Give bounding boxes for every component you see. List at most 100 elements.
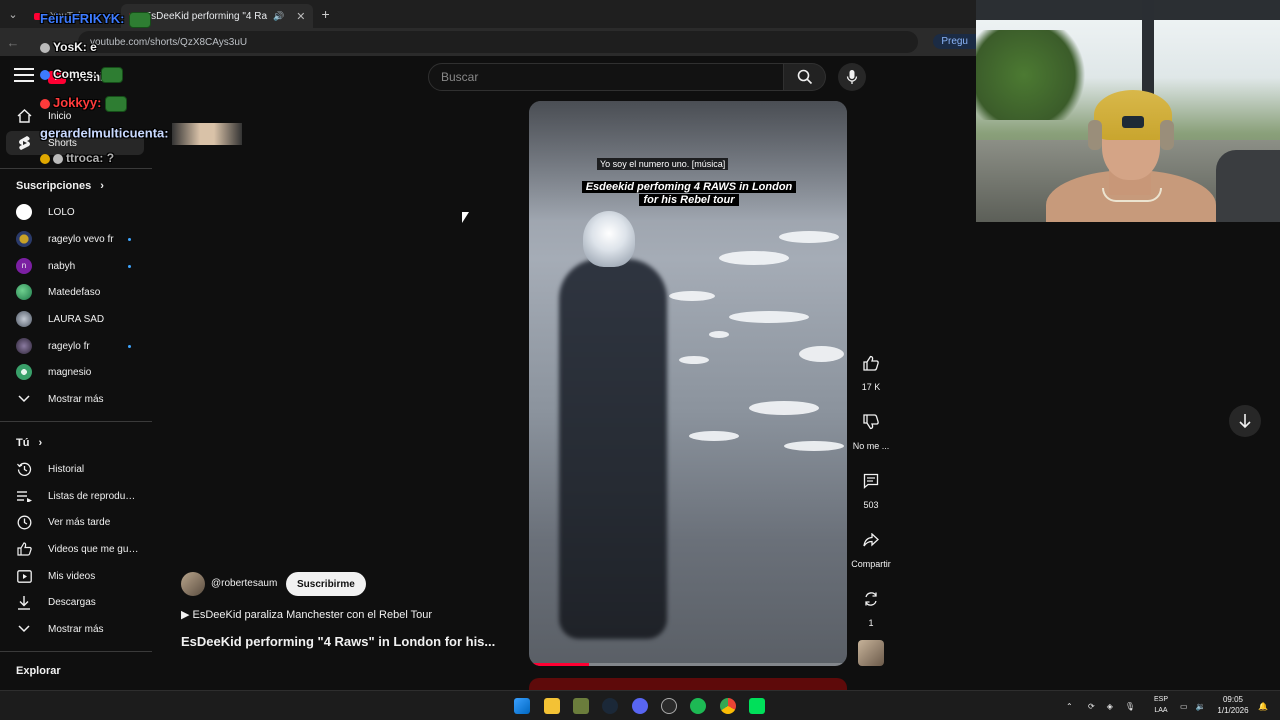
chat-username: YosK: [53, 40, 87, 54]
speaker-icon[interactable]: 🔊 [273, 11, 284, 22]
video-progress-bar[interactable] [529, 663, 847, 666]
sidebar-item-subscription[interactable]: rageylo fr [0, 333, 146, 359]
voice-search-button[interactable] [838, 63, 866, 91]
badge-icon [40, 42, 50, 53]
channel-name[interactable]: @robertesaum [211, 578, 277, 589]
short-video-player[interactable]: Yo soy el numero uno. [música] Esdeekid … [529, 101, 847, 666]
chevron-right-icon: › [100, 180, 104, 192]
overlay-line: for his Rebel tour [639, 194, 739, 206]
volume-icon[interactable]: 🔉 [1196, 702, 1206, 711]
video-title-overlay: Esdeekid perfoming 4 RAWS in London for … [573, 181, 805, 207]
search-input[interactable] [428, 63, 784, 91]
chat-image-emote-icon [172, 123, 243, 145]
comment-icon [858, 468, 884, 494]
next-short-preview[interactable] [529, 678, 847, 690]
search-button[interactable] [784, 63, 826, 91]
next-short-button[interactable] [1229, 405, 1261, 437]
sidebar-item-historial[interactable]: Historial [0, 456, 146, 482]
sidebar-item-liked-videos[interactable]: Videos que me gus... [0, 536, 146, 562]
microphone-tray-icon[interactable]: 🎙 [1125, 702, 1135, 711]
sidebar-item-downloads[interactable]: Descargas [0, 589, 146, 615]
language-indicator[interactable]: ESP LAA [1150, 694, 1172, 716]
windows-taskbar: ⌃ ⟳ ◈ 🎙 ESP LAA ▭ 🔉 09:05 1/1/2026 🔔 [0, 690, 1280, 720]
hamburger-menu-icon[interactable] [14, 68, 34, 84]
tray-chevron-icon[interactable]: ⌃ [1066, 691, 1073, 720]
badge-icon [40, 98, 50, 109]
spark-mark [669, 291, 715, 301]
explore-heading: Explorar [16, 665, 61, 677]
chat-message: Comes: [40, 67, 124, 83]
like-count: 17 K [861, 382, 881, 392]
notifications-icon[interactable]: 🔔 [1258, 691, 1268, 720]
comments-button[interactable]: 503 [851, 468, 891, 510]
sidebar-item-subscription[interactable]: magnesio [0, 359, 146, 385]
spark-mark [749, 401, 819, 415]
sidebar-show-more[interactable]: Mostrar más [0, 616, 146, 642]
remix-button[interactable]: 1 [851, 586, 891, 628]
tab-search-chevron-icon[interactable]: ⌄ [0, 0, 26, 28]
back-arrow-icon[interactable]: ← [0, 35, 26, 50]
channel-avatar [16, 204, 32, 220]
network-shield-icon[interactable]: ◈ [1107, 702, 1113, 711]
ask-gemini-button[interactable]: Pregu [933, 34, 976, 49]
sidebar-divider [0, 421, 152, 422]
spark-mark [679, 356, 709, 364]
clock-time: 09:05 [1222, 695, 1244, 704]
sidebar-item-my-videos[interactable]: Mis videos [0, 563, 146, 589]
share-button[interactable]: Compartir [846, 527, 896, 569]
channel-avatar [16, 284, 32, 300]
playlist-title: EsDeeKid paraliza Manchester con el Rebe… [192, 609, 433, 621]
chrome-icon[interactable] [720, 698, 736, 714]
subscribe-button[interactable]: Suscribirme [286, 572, 366, 596]
sync-icon[interactable]: ⟳ [1088, 702, 1095, 711]
clock[interactable]: 09:05 1/1/2026 [1212, 694, 1254, 716]
short-title[interactable]: EsDeeKid performing "4 Raws" in London f… [181, 634, 495, 649]
sidebar-show-more[interactable]: Mostrar más [0, 386, 146, 412]
sidebar-item-label: rageylo fr [48, 340, 90, 352]
chevron-down-icon [16, 621, 32, 637]
sidebar-item-subscription[interactable]: n nabyh [0, 253, 146, 279]
performer-body [559, 259, 667, 639]
display-icon[interactable]: ▭ [1180, 702, 1188, 711]
you-heading[interactable]: Tú › [16, 437, 42, 449]
obs-icon[interactable] [661, 698, 677, 714]
streamer-chain [1102, 188, 1162, 202]
url-field[interactable]: youtube.com/shorts/QzX8CAys3uU [78, 31, 918, 53]
spark-mark [779, 231, 839, 243]
sidebar-item-subscription[interactable]: Matedefaso [0, 279, 146, 305]
overlay-line: Esdeekid perfoming 4 RAWS in London [581, 181, 797, 193]
like-button[interactable]: 17 K [851, 350, 891, 392]
sidebar-item-playlists[interactable]: Listas de reproducc... [0, 483, 146, 509]
sidebar-item-subscription[interactable]: LAURA SAD [0, 306, 146, 332]
subscriptions-heading[interactable]: Suscripciones › [16, 180, 104, 192]
system-tray: ⟳ ◈ 🎙 [1088, 691, 1135, 720]
close-icon[interactable]: ✕ [296, 10, 305, 23]
chat-message: Jokkyy: [40, 95, 128, 112]
remix-icon [858, 586, 884, 612]
like-icon [858, 350, 884, 376]
sidebar-item-subscription[interactable]: rageylo vevo fr [0, 226, 146, 252]
dislike-label: No me ... [852, 441, 890, 451]
history-icon [16, 461, 32, 477]
kick-icon[interactable] [749, 698, 765, 714]
channel-avatar[interactable] [181, 572, 205, 596]
minecraft-icon[interactable] [573, 698, 589, 714]
video-progress-fill [529, 663, 590, 666]
sidebar-item-subscription[interactable]: LOLO [0, 199, 146, 225]
start-windows-icon[interactable] [514, 698, 530, 714]
search-bar [428, 63, 826, 91]
sidebar-item-label: Historial [48, 463, 85, 475]
dislike-button[interactable]: No me ... [851, 409, 891, 451]
discord-icon[interactable] [632, 698, 648, 714]
playlist-link[interactable]: ▶ EsDeeKid paraliza Manchester con el Re… [181, 608, 432, 621]
badge-icon [53, 153, 63, 164]
share-icon [858, 527, 884, 553]
spotify-icon[interactable] [690, 698, 706, 714]
steam-icon[interactable] [602, 698, 618, 714]
sidebar-item-label: LAURA SAD [48, 313, 105, 325]
new-tab-button[interactable]: + [321, 6, 329, 22]
audio-thumbnail[interactable] [858, 640, 884, 666]
sidebar-item-watch-later[interactable]: Ver más tarde [0, 509, 146, 535]
spark-mark [709, 331, 729, 338]
file-explorer-icon[interactable] [544, 698, 560, 714]
